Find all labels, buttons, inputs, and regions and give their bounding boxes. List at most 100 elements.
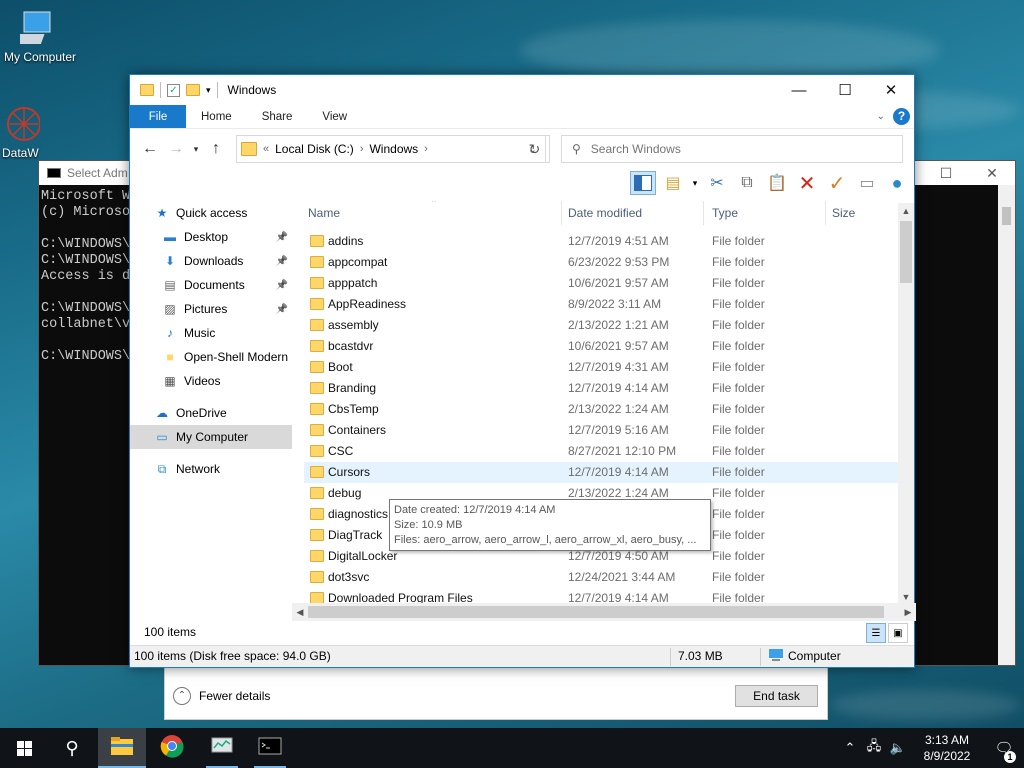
notifications-button[interactable]: 🗨 1 [984, 739, 1024, 763]
properties-icon[interactable]: ✓ [167, 83, 180, 97]
paste-icon[interactable]: 📋 [764, 171, 790, 195]
fewer-details-button[interactable]: ⌃ Fewer details [173, 687, 270, 705]
volume-icon[interactable]: 🔈 [886, 740, 910, 756]
file-row[interactable]: dot3svc 12/24/2021 3:44 AM File folder [304, 567, 900, 588]
taskbar-file-explorer[interactable] [98, 728, 146, 768]
column-header-size[interactable]: Size [828, 201, 898, 225]
nav-item-desktop[interactable]: ▬ Desktop 📌 [130, 225, 292, 249]
preview-pane-button[interactable] [630, 171, 656, 195]
close-button[interactable]: ✕ [868, 75, 914, 105]
search-input[interactable] [590, 142, 871, 156]
scroll-thumb[interactable] [900, 221, 912, 283]
help-icon[interactable]: ? [893, 108, 910, 125]
file-name: Boot [328, 360, 353, 374]
chevron-right-icon[interactable]: › [360, 143, 364, 155]
scroll-thumb[interactable] [308, 606, 884, 618]
horizontal-scrollbar[interactable]: ◀ ▶ [292, 603, 916, 621]
new-folder-icon[interactable]: ▤ [660, 171, 686, 195]
nav-item-quick-access[interactable]: ★ Quick access [130, 201, 292, 225]
network-icon[interactable]: 🖧 [862, 737, 886, 759]
task-manager-icon [210, 736, 234, 761]
column-header-type[interactable]: Type [708, 201, 826, 225]
explorer-titlebar[interactable]: ✓ ▾ Windows — ☐ ✕ [130, 75, 914, 105]
scroll-right-button[interactable]: ▶ [900, 603, 916, 621]
pin-icon[interactable]: 📌 [276, 304, 288, 315]
nav-item-network[interactable]: ⧉ Network [130, 457, 292, 481]
file-row[interactable]: AppReadiness 8/9/2022 3:11 AM File folder [304, 294, 900, 315]
nav-item-documents[interactable]: ▤ Documents 📌 [130, 273, 292, 297]
cmd-scrollbar[interactable] [998, 185, 1015, 665]
file-row[interactable]: assembly 2/13/2022 1:21 AM File folder [304, 315, 900, 336]
file-row[interactable]: Branding 12/7/2019 4:14 AM File folder [304, 378, 900, 399]
file-row[interactable]: Containers 12/7/2019 5:16 AM File folder [304, 420, 900, 441]
taskbar-cmd[interactable] [246, 728, 294, 768]
expand-ribbon-icon[interactable]: ⌄ [877, 111, 885, 122]
nav-item-onedrive[interactable]: ☁ OneDrive [130, 401, 292, 425]
scroll-left-button[interactable]: ◀ [292, 603, 308, 621]
nav-item-pictures[interactable]: ▨ Pictures 📌 [130, 297, 292, 321]
back-button[interactable]: ← [138, 140, 162, 158]
large-icons-view-button[interactable]: ▣ [888, 623, 908, 643]
cut-icon[interactable]: ✂ [704, 171, 730, 195]
minimize-button[interactable]: — [776, 75, 822, 105]
tab-file[interactable]: File [130, 105, 186, 128]
address-overflow[interactable]: « [263, 143, 269, 155]
new-folder-icon[interactable] [186, 84, 200, 96]
end-task-button[interactable]: End task [735, 685, 818, 707]
file-row[interactable]: appcompat 6/23/2022 9:53 PM File folder [304, 252, 900, 273]
explorer-window[interactable]: ✓ ▾ Windows — ☐ ✕ File Home Share View ⌄… [129, 74, 916, 668]
breadcrumb-local-disk[interactable]: Local Disk (C:) [275, 142, 354, 156]
maximize-button[interactable]: ☐ [822, 75, 868, 105]
nav-item-music[interactable]: ♪ Music [130, 321, 292, 345]
refresh-button[interactable]: ↻ [520, 135, 550, 163]
delete-icon[interactable]: ✕ [794, 171, 820, 195]
globe-icon[interactable]: ● [884, 171, 910, 195]
file-row[interactable]: Boot 12/7/2019 4:31 AM File folder [304, 357, 900, 378]
nav-item-downloads[interactable]: ⬇ Downloads 📌 [130, 249, 292, 273]
address-bar[interactable]: « Local Disk (C:) › Windows › ⌄ [236, 135, 546, 163]
up-button[interactable]: ↑ [204, 140, 228, 158]
taskbar-task-manager[interactable] [198, 728, 246, 768]
desktop-icon-dataw[interactable]: DataW [0, 104, 60, 160]
nav-item-my-computer[interactable]: ▭ My Computer [130, 425, 292, 449]
vertical-scrollbar[interactable]: ▲ ▼ [898, 203, 914, 605]
file-row[interactable]: addins 12/7/2019 4:51 AM File folder [304, 231, 900, 252]
scroll-up-button[interactable]: ▲ [898, 203, 914, 219]
column-header-date[interactable]: Date modified [564, 201, 704, 225]
nav-item-open-shell-modern[interactable]: ■ Open-Shell Modern [130, 345, 292, 369]
file-row[interactable]: CbsTemp 2/13/2022 1:24 AM File folder [304, 399, 900, 420]
tab-home[interactable]: Home [186, 105, 247, 128]
nav-item-videos[interactable]: ▦ Videos [130, 369, 292, 393]
dropdown-icon[interactable]: ▾ [690, 171, 700, 195]
cmd-maximize-button[interactable]: ☐ [923, 161, 969, 185]
chevron-right-icon[interactable]: › [424, 143, 428, 155]
pin-icon[interactable]: 📌 [276, 256, 288, 267]
file-row[interactable]: Cursors 12/7/2019 4:14 AM File folder [304, 462, 900, 483]
search-box[interactable]: ⚲ [561, 135, 903, 163]
pin-icon[interactable]: 📌 [276, 232, 288, 243]
desktop-icon-my-computer[interactable]: My Computer [0, 8, 80, 64]
search-button[interactable]: ⚲ [48, 728, 96, 768]
clock[interactable]: 3:13 AM 8/9/2022 [910, 732, 984, 764]
chevron-up-icon[interactable]: ⌃ [838, 740, 862, 756]
quick-access-dropdown-icon[interactable]: ▾ [206, 85, 211, 96]
start-button[interactable] [0, 728, 48, 768]
properties-icon[interactable]: ▭ [854, 171, 880, 195]
copy-icon[interactable]: ⧉ [734, 171, 760, 195]
recent-locations-icon[interactable]: ▾ [190, 144, 202, 155]
file-row[interactable]: bcastdvr 10/6/2021 9:57 AM File folder [304, 336, 900, 357]
tab-view[interactable]: View [307, 105, 362, 128]
confirm-icon[interactable]: ✓ [824, 171, 850, 195]
file-name: apppatch [328, 276, 378, 290]
task-manager-window[interactable]: ⌃ Fewer details End task [164, 666, 828, 720]
details-view-button[interactable]: ☰ [866, 623, 886, 643]
breadcrumb-windows[interactable]: Windows [369, 142, 418, 156]
file-row[interactable]: apppatch 10/6/2021 9:57 AM File folder [304, 273, 900, 294]
forward-button[interactable]: → [164, 140, 188, 158]
cmd-close-button[interactable]: ✕ [969, 161, 1015, 185]
tab-share[interactable]: Share [247, 105, 308, 128]
file-row[interactable]: CSC 8/27/2021 12:10 PM File folder [304, 441, 900, 462]
taskbar-chrome[interactable] [148, 728, 196, 768]
file-explorer-icon [110, 736, 134, 761]
pin-icon[interactable]: 📌 [276, 280, 288, 291]
